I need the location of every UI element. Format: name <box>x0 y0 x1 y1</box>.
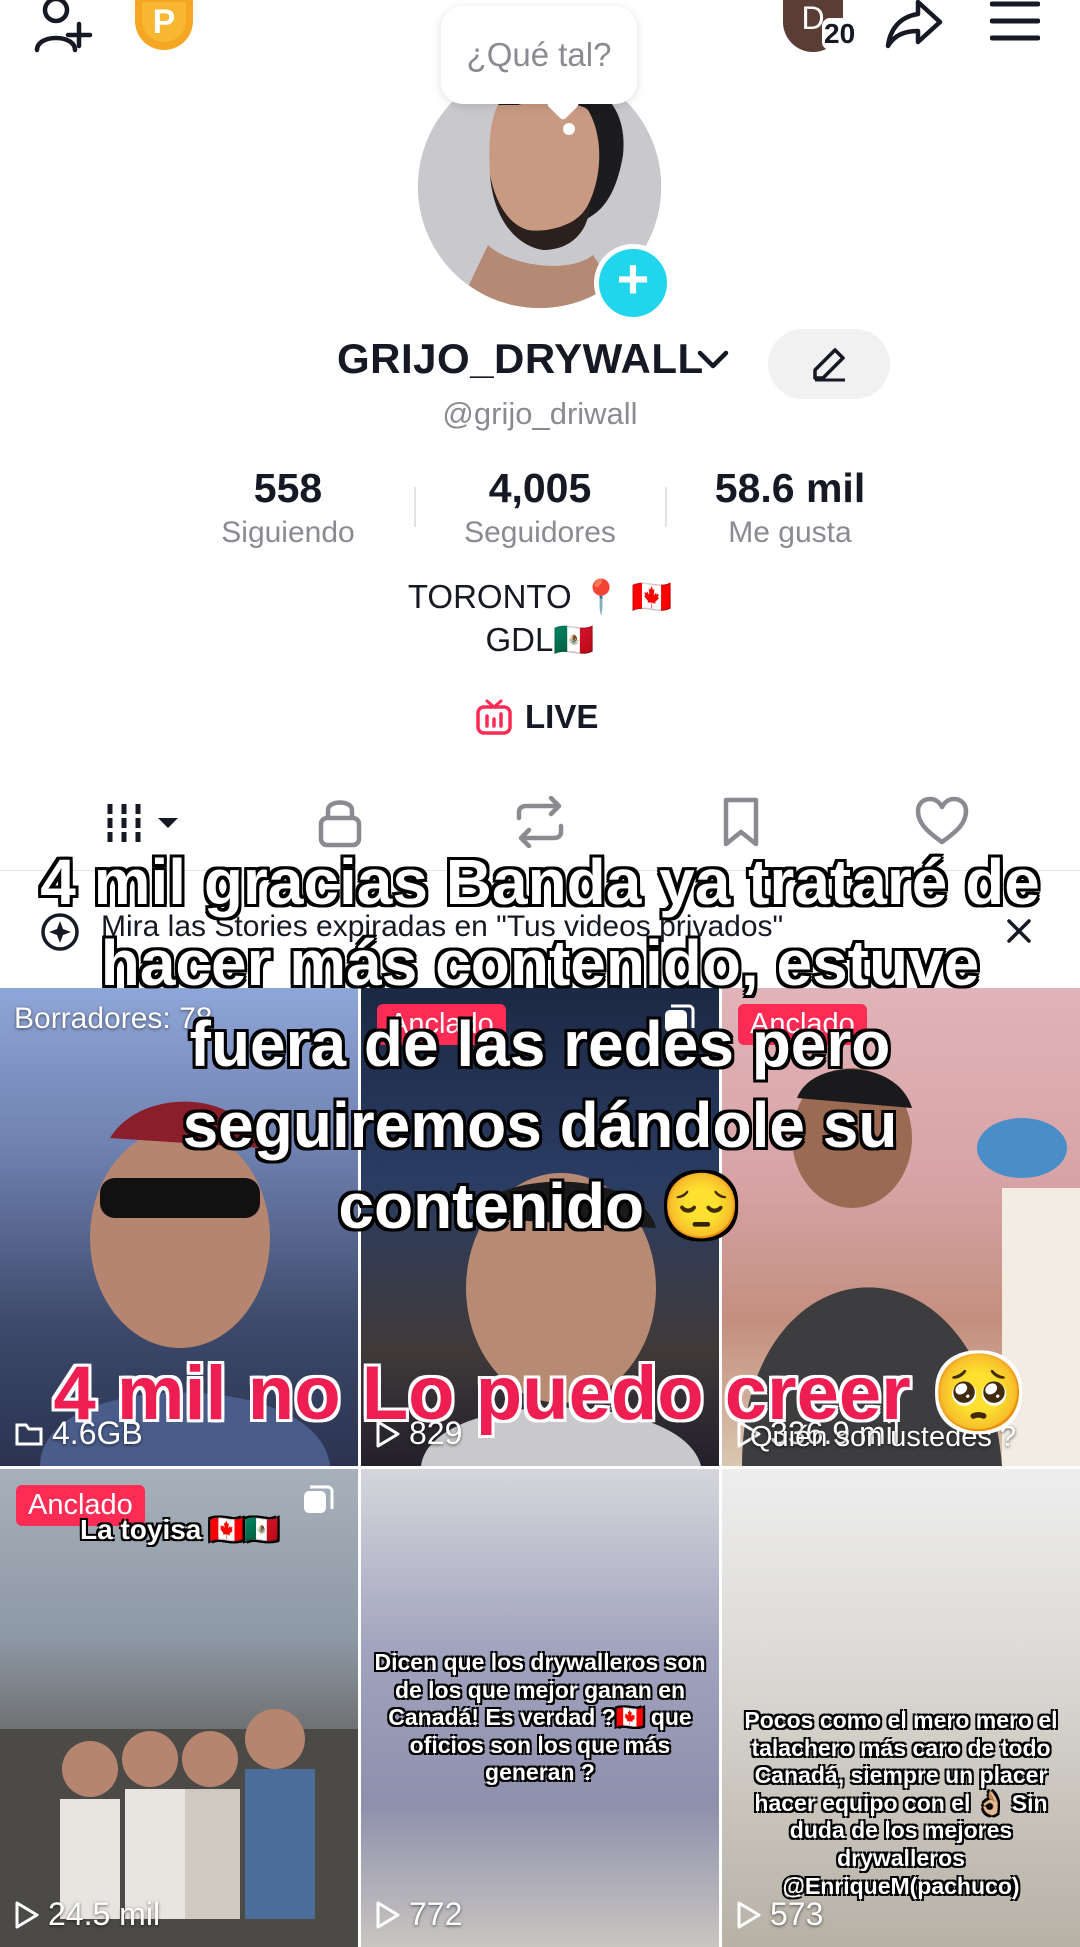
coin-badge-icon[interactable]: P <box>135 0 193 50</box>
view-count: 24.5 mil <box>14 1896 160 1933</box>
stat-value: 58.6 mil <box>714 465 866 511</box>
lock-icon[interactable] <box>318 796 362 848</box>
notification-count: 20 <box>822 18 858 50</box>
view-count-text: 772 <box>409 1896 463 1932</box>
stat-likes[interactable]: 58.6 mil Me gusta <box>680 465 900 550</box>
overlay-caption-red: 4 mil no Lo puedo creer 🥺 <box>53 1351 1027 1436</box>
username-row: GRIJO_DRYWALL <box>0 329 1080 399</box>
chevron-down-icon[interactable] <box>696 348 730 372</box>
status-bubble[interactable]: ¿Qué tal? <box>441 6 637 104</box>
pencil-icon <box>811 346 847 382</box>
live-label: LIVE <box>525 698 599 735</box>
stat-value: 558 <box>253 465 323 511</box>
display-name[interactable]: GRIJO_DRYWALL <box>337 335 704 383</box>
status-bubble-dot <box>563 123 575 135</box>
bio-line: TORONTO 📍 🇨🇦 <box>407 578 673 615</box>
edit-profile-button[interactable] <box>768 329 890 399</box>
video-thumbnail[interactable]: Dicen que los drywalleros son de los que… <box>361 1469 719 1947</box>
add-story-button[interactable]: + <box>594 244 672 322</box>
play-icon <box>736 1900 762 1930</box>
bio-line: GDL🇲🇽 <box>485 621 595 658</box>
stat-followers[interactable]: 4,005 Seguidores <box>430 465 650 550</box>
share-icon[interactable] <box>885 0 943 50</box>
video-caption: La toyisa 🇨🇦🇲🇽 <box>80 1514 279 1545</box>
stat-divider <box>665 487 667 527</box>
live-button[interactable]: LIVE <box>475 698 598 736</box>
videos-icon[interactable] <box>104 800 184 848</box>
video-caption: Pocos como el mero mero el talachero más… <box>744 1707 1058 1899</box>
repost-icon[interactable] <box>513 796 567 848</box>
view-count: 772 <box>375 1896 462 1933</box>
view-count-text: 24.5 mil <box>48 1896 161 1932</box>
stat-value: 4,005 <box>488 465 592 511</box>
heart-icon[interactable] <box>915 796 969 846</box>
profile-handle: @grijo_driwall <box>442 396 638 431</box>
stat-following[interactable]: 558 Siguiendo <box>178 465 398 550</box>
menu-icon[interactable] <box>990 0 1040 44</box>
coin-letter: P <box>152 2 176 41</box>
overlay-caption: 4 mil gracias Banda ya trataré de hacer … <box>40 846 1040 1242</box>
view-count: 573 <box>736 1896 823 1933</box>
add-friend-icon[interactable] <box>34 0 94 56</box>
view-count-text: 573 <box>770 1896 824 1932</box>
multi-photo-icon <box>302 1485 334 1517</box>
video-caption: Dicen que los drywalleros son de los que… <box>374 1649 706 1786</box>
stat-label: Me gusta <box>728 516 852 549</box>
play-icon <box>14 1900 40 1930</box>
tv-icon <box>475 698 513 736</box>
stat-divider <box>414 487 416 527</box>
bookmark-icon[interactable] <box>722 796 760 848</box>
stat-label: Seguidores <box>464 516 616 549</box>
play-icon <box>375 1900 401 1930</box>
status-bubble-text: ¿Qué tal? <box>466 36 612 73</box>
stat-label: Siguiendo <box>221 516 355 549</box>
video-thumbnail[interactable]: Pocos como el mero mero el talachero más… <box>722 1469 1080 1947</box>
video-thumbnail[interactable]: Anclado La toyisa 🇨🇦🇲🇽 24.5 mil <box>0 1469 358 1947</box>
